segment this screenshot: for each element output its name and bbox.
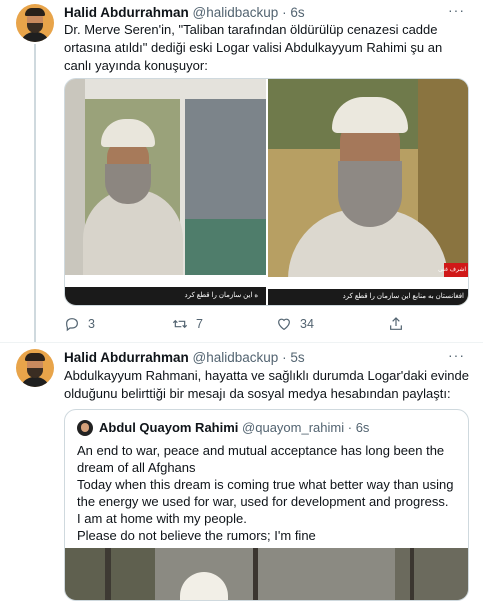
video-caption-right: ﺍﻓﻐﺎﻧﺴﺘﺎﻥ ﺑﻪ ﻣﻨﺎﺑﻊ ﺍﯾﻦ ﺳﺎﺯﻣﺎﻥ ﺭﺍ ﻗﻄﻊ ﮐﺮﺩ — [342, 293, 464, 300]
video-badge: ﺍﺷﺮﻑ ﻏﻨﯽ — [438, 267, 466, 273]
tweet-2[interactable]: Halid Abdurrahman @halidbackup · 5s ··· … — [0, 343, 483, 601]
author-avatar[interactable] — [16, 349, 54, 387]
quoted-author-name[interactable]: Abdul Quayom Rahimi — [99, 420, 238, 435]
reply-button[interactable]: 3 — [64, 316, 95, 332]
author-avatar[interactable] — [16, 4, 54, 42]
more-icon[interactable]: ··· — [448, 2, 465, 18]
retweet-button[interactable]: 7 — [172, 316, 203, 332]
like-count: 34 — [300, 317, 314, 331]
video-player[interactable]: ﻩ ﺍﯾﻦ ﺳﺎﺯﻣﺎﻥ ﺭﺍ ﻗﻄﻊ ﮐﺮﺩ ﺍﺷﺮﻑ ﻏﻨﯽ ﺍﻓﻐﺎﻧﺴﺘ… — [64, 78, 469, 306]
quoted-author-handle[interactable]: @quayom_rahimi — [242, 420, 344, 435]
author-handle[interactable]: @halidbackup — [193, 350, 279, 365]
retweet-count: 7 — [196, 317, 203, 331]
retweet-icon — [172, 319, 188, 329]
video-caption-left: ﻩ ﺍﯾﻦ ﺳﺎﺯﻣﺎﻥ ﺭﺍ ﻗﻄﻊ ﮐﺮﺩ — [184, 292, 258, 299]
quoted-tweet-image[interactable] — [65, 548, 468, 600]
quoted-author-avatar[interactable] — [77, 420, 93, 436]
tweet-1[interactable]: Halid Abdurrahman @halidbackup · 6s ··· … — [0, 0, 483, 342]
author-name[interactable]: Halid Abdurrahman — [64, 5, 189, 20]
quoted-tweet[interactable]: Abdul Quayom Rahimi @quayom_rahimi · 6s … — [64, 409, 469, 601]
tweet-header: Halid Abdurrahman @halidbackup · 6s — [64, 5, 305, 20]
tweet-header: Halid Abdurrahman @halidbackup · 5s — [64, 350, 305, 365]
more-icon[interactable]: ··· — [448, 347, 465, 363]
thread-connector — [34, 44, 36, 342]
author-handle[interactable]: @halidbackup — [193, 5, 279, 20]
video-frame-right: ﺍﺷﺮﻑ ﻏﻨﯽ ﺍﻓﻐﺎﻧﺴﺘﺎﻥ ﺑﻪ ﻣﻨﺎﺑﻊ ﺍﯾﻦ ﺳﺎﺯﻣﺎﻥ ﺭ… — [268, 79, 468, 305]
heart-icon — [278, 318, 290, 331]
tweet-text: Abdulkayyum Rahmani, hayatta ve sağlıklı… — [64, 368, 469, 401]
quoted-tweet-text: An end to war, peace and mutual acceptan… — [77, 443, 454, 543]
share-icon — [390, 317, 402, 330]
reply-icon — [66, 318, 78, 332]
tweet-text: Dr. Merve Seren'in, "Taliban tarafından … — [64, 22, 443, 73]
author-name[interactable]: Halid Abdurrahman — [64, 350, 189, 365]
tweet-time[interactable]: 5s — [290, 350, 304, 365]
tweet-actions: 3 7 34 — [64, 316, 404, 334]
like-button[interactable]: 34 — [276, 316, 314, 332]
quoted-tweet-time[interactable]: 6s — [356, 420, 370, 435]
quoted-tweet-header: Abdul Quayom Rahimi @quayom_rahimi · 6s — [99, 420, 370, 435]
reply-count: 3 — [88, 317, 95, 331]
video-frame-left: ﻩ ﺍﯾﻦ ﺳﺎﺯﻣﺎﻥ ﺭﺍ ﻗﻄﻊ ﮐﺮﺩ — [65, 79, 266, 305]
share-button[interactable] — [388, 316, 404, 332]
tweet-time[interactable]: 6s — [290, 5, 304, 20]
